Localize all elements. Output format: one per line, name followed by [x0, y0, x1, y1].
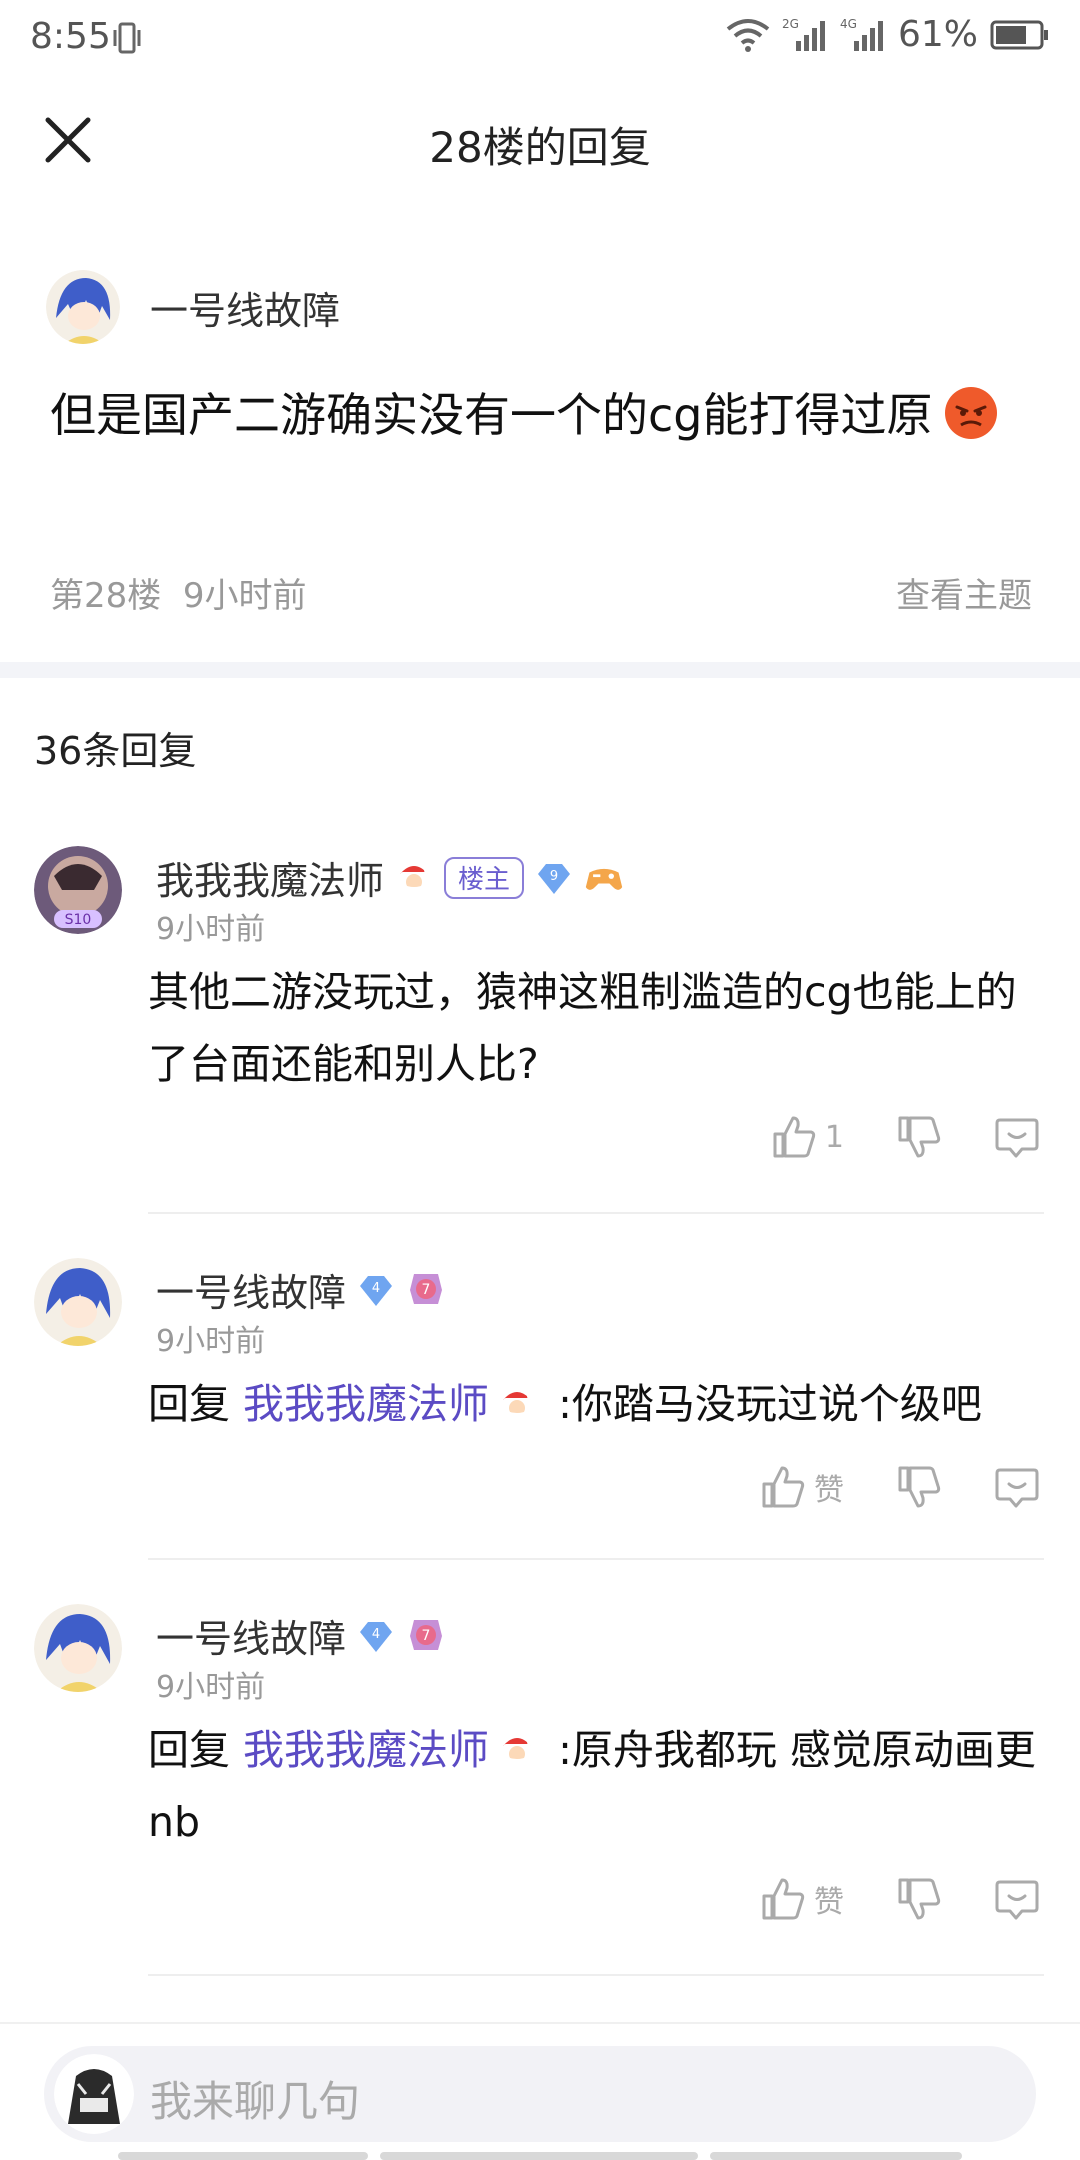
angry-face-emoji-icon — [944, 387, 997, 439]
comment-icon — [995, 1880, 1039, 1920]
signal-2g-icon: 2G — [782, 17, 825, 51]
comment-placeholder: 我来聊几句 — [150, 2077, 361, 2126]
badge-level: 7 — [422, 1282, 431, 1298]
nav-hint-bar — [710, 2152, 962, 2160]
signal-4g-icon: 4G — [840, 17, 883, 51]
santa-emoji-icon — [503, 1738, 536, 1765]
op-time: 9小时前 — [182, 576, 307, 616]
comment-bar: 我来聊几句 — [0, 2022, 1080, 2160]
op-author-name[interactable]: 一号线故障 — [150, 280, 340, 335]
reply-author-name[interactable]: 一号线故障 — [156, 1608, 346, 1663]
reply-time: 9小时前 — [156, 912, 266, 947]
mention-link[interactable]: 我我我魔法师 — [243, 1380, 489, 1428]
gem-level: 4 — [372, 1281, 380, 1296]
avatar[interactable]: S10 — [34, 846, 122, 934]
header: 28楼的回复 — [0, 80, 1080, 200]
diamond-level-icon: 4 — [360, 1621, 393, 1652]
mention-link[interactable]: 我我我魔法师 — [243, 1726, 489, 1774]
reply-author: 一号线故障 4 7 — [156, 1608, 446, 1663]
op-floor: 第28楼 — [50, 576, 162, 616]
status-time: 8:55 — [30, 16, 111, 57]
reply-body: :你踏马没玩过说个级吧 — [545, 1380, 982, 1428]
thumbs-down-icon — [898, 1466, 941, 1508]
reply-author-name[interactable]: 我我我魔法师 — [156, 850, 384, 905]
battery-icon — [990, 20, 1048, 49]
reply-prefix: 回复 — [148, 1380, 244, 1428]
diamond-level-icon: 9 — [538, 863, 571, 894]
battery-percent: 61% — [897, 14, 978, 55]
comment-button[interactable] — [994, 1876, 1040, 1922]
reply-separator — [148, 1974, 1044, 1976]
reply-author: 一号线故障 4 7 — [156, 1262, 446, 1317]
vibrate-icon — [113, 22, 141, 54]
owner-badge: 楼主 — [444, 856, 525, 899]
santa-emoji-icon — [400, 865, 433, 893]
level-badge-icon: 7 — [410, 1619, 443, 1650]
diamond-level-icon: 4 — [360, 1275, 393, 1306]
like-count: 1 — [824, 1119, 844, 1155]
avatar[interactable] — [54, 2054, 134, 2134]
like-label: 赞 — [814, 1885, 844, 1920]
thumbs-up-icon — [762, 1878, 805, 1920]
nav-hint-bar — [380, 2152, 698, 2160]
reply-prefix: 回复 — [148, 1726, 244, 1774]
comment-button[interactable] — [994, 1464, 1040, 1510]
thumbs-down-icon — [898, 1116, 941, 1158]
like-button[interactable]: 赞 — [760, 1876, 844, 1922]
reply-content: 回复 我我我魔法师 :你踏马没玩过说个级吧 — [148, 1368, 1048, 1440]
level-badge-icon: 7 — [410, 1273, 443, 1304]
signal-4g-label: 4G — [840, 17, 857, 31]
op-content-text: 但是国产二游确实没有一个的cg能打得过原 — [50, 388, 933, 442]
comment-input[interactable]: 我来聊几句 — [44, 2046, 1036, 2142]
wifi-icon — [726, 18, 770, 52]
thumbs-up-icon — [762, 1466, 805, 1508]
page-title: 28楼的回复 — [429, 123, 651, 172]
reply-separator — [148, 1558, 1044, 1560]
op-content: 但是国产二游确实没有一个的cg能打得过原 — [50, 380, 1030, 450]
reply-time: 9小时前 — [156, 1670, 266, 1705]
reply-author: 我我我魔法师 楼主 9 — [156, 850, 624, 905]
dislike-button[interactable] — [896, 1114, 942, 1160]
comment-icon — [995, 1118, 1039, 1158]
status-bar: 8:55 2G 4G 61% — [0, 0, 1080, 76]
dislike-button[interactable] — [896, 1876, 942, 1922]
reply-separator — [148, 1212, 1044, 1214]
reply-author-name[interactable]: 一号线故障 — [156, 1262, 346, 1317]
avatar[interactable] — [34, 1604, 122, 1692]
like-button[interactable]: 赞 — [760, 1464, 844, 1510]
reply-actions: 赞 — [708, 1464, 1040, 1510]
svg-text:S10: S10 — [65, 912, 92, 928]
reply-time: 9小时前 — [156, 1324, 266, 1359]
thumbs-up-icon — [773, 1116, 816, 1158]
gem-level: 9 — [550, 869, 558, 884]
like-label: 赞 — [814, 1473, 844, 1508]
nav-hint-bar — [118, 2152, 368, 2160]
dislike-button[interactable] — [896, 1464, 942, 1510]
avatar[interactable] — [46, 270, 120, 344]
thumbs-down-icon — [898, 1878, 941, 1920]
avatar[interactable] — [34, 1258, 122, 1346]
op-meta: 第28楼 9小时前 — [50, 568, 307, 617]
comment-icon — [995, 1468, 1039, 1508]
gamepad-badge-icon — [585, 868, 623, 890]
reply-actions: 赞 — [708, 1876, 1040, 1922]
comment-button[interactable] — [994, 1114, 1040, 1160]
view-thread-link[interactable]: 查看主题 — [896, 568, 1032, 617]
gem-level: 4 — [372, 1627, 380, 1642]
santa-emoji-icon — [503, 1392, 536, 1419]
reply-count: 36条回复 — [34, 729, 197, 773]
badge-level: 7 — [422, 1628, 431, 1644]
reply-content: 回复 我我我魔法师 :原舟我都玩 感觉原动画更nb — [148, 1714, 1048, 1858]
reply-content: 其他二游没玩过，猿神这粗制滥造的cg也能上的了台面还能和别人比? — [148, 968, 1017, 1088]
reply-actions: 1 — [719, 1114, 1040, 1160]
signal-2g-label: 2G — [782, 17, 799, 31]
like-button[interactable]: 1 — [771, 1114, 844, 1160]
section-divider — [0, 662, 1080, 678]
